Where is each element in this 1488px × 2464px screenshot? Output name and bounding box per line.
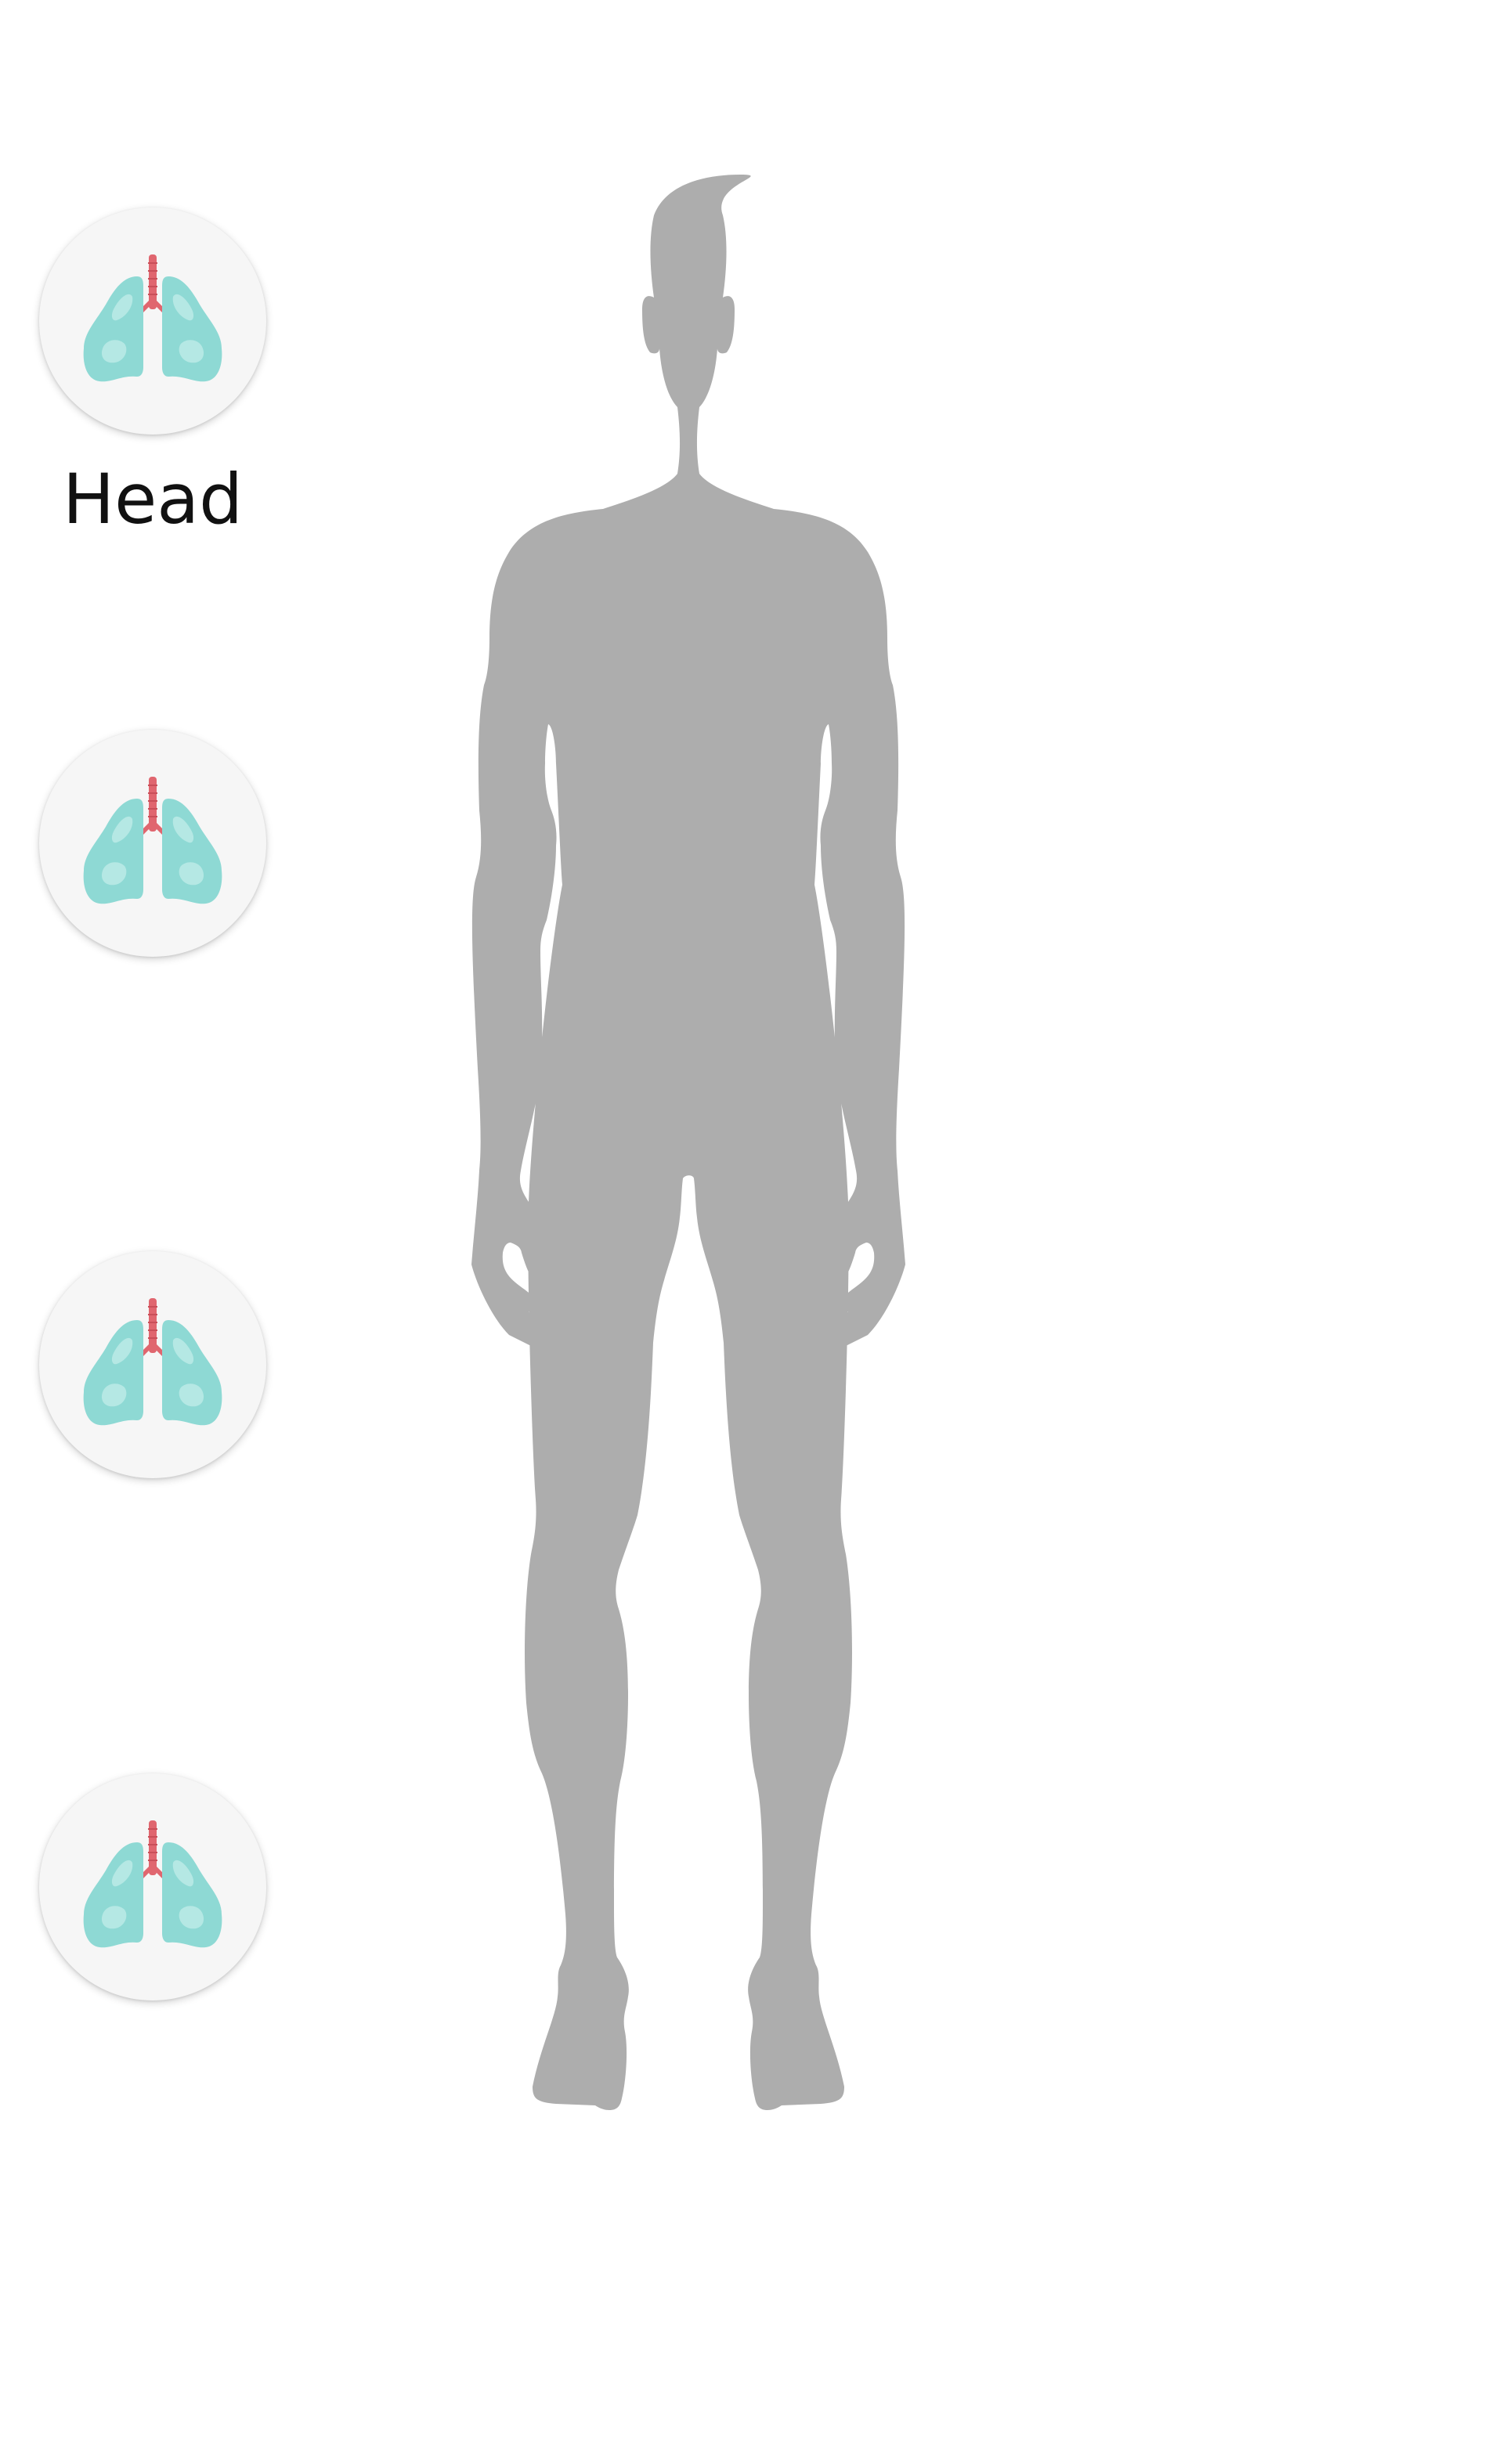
- organ-button-1[interactable]: [39, 207, 266, 435]
- organ-selector: Head: [0, 0, 313, 2464]
- human-body-silhouette: [471, 175, 905, 2110]
- organ-button-3[interactable]: [39, 1251, 266, 1478]
- body-figure[interactable]: [454, 168, 1026, 2126]
- lungs-icon: [83, 777, 222, 904]
- organ-label-1: Head: [62, 459, 244, 539]
- lungs-icon: [83, 254, 222, 382]
- organ-button-4[interactable]: [39, 1773, 266, 2000]
- lungs-icon: [83, 1298, 222, 1426]
- lungs-icon: [83, 1820, 222, 1948]
- organ-button-2[interactable]: [39, 730, 266, 957]
